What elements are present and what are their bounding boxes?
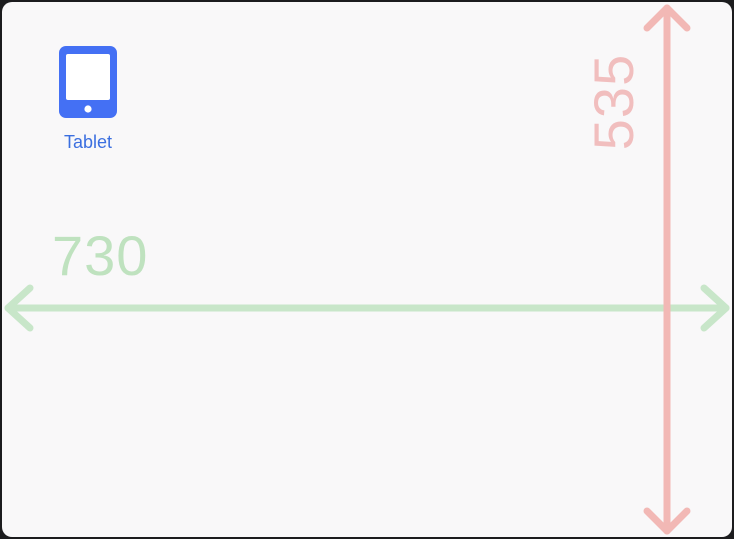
width-readout: 730	[52, 224, 149, 287]
screen: Tablet 730 535	[2, 2, 732, 537]
width-arrow	[4, 284, 730, 332]
device-tile-tablet[interactable]: Tablet	[46, 46, 130, 172]
height-readout: 535	[582, 53, 645, 151]
tablet-icon	[59, 46, 117, 118]
height-arrow	[643, 4, 691, 535]
device-label: Tablet	[63, 132, 113, 152]
